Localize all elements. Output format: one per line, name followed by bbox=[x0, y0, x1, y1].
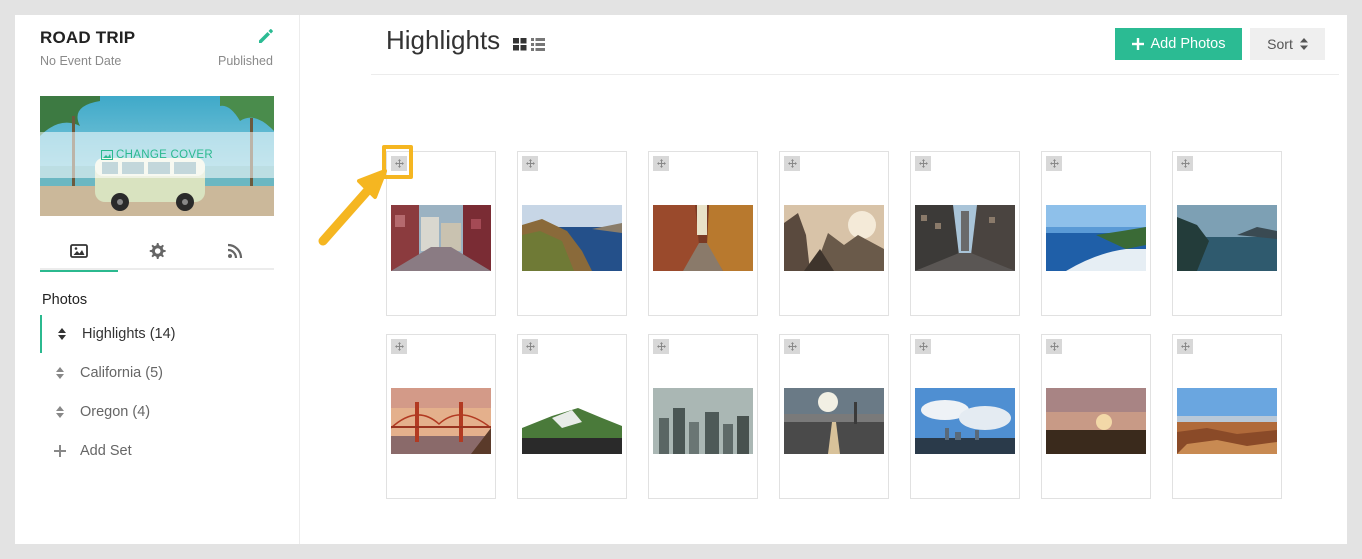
drag-handle-icon[interactable] bbox=[653, 339, 669, 354]
photo-thumbnail bbox=[522, 205, 622, 271]
photo-card[interactable] bbox=[517, 151, 627, 316]
drag-handle-icon[interactable] bbox=[915, 339, 931, 354]
photo-thumbnail bbox=[1046, 388, 1146, 454]
sort-button[interactable]: Sort bbox=[1250, 28, 1325, 60]
sort-label: Sort bbox=[1267, 36, 1293, 52]
photos-section-label: Photos bbox=[42, 292, 88, 308]
set-california[interactable]: California (5) bbox=[40, 354, 274, 392]
set-label: Highlights (14) bbox=[82, 326, 176, 342]
photo-thumbnail bbox=[915, 388, 1015, 454]
pointer-arrow-icon bbox=[313, 167, 393, 252]
photo-thumbnail bbox=[784, 388, 884, 454]
add-photos-label: Add Photos bbox=[1150, 36, 1226, 52]
reorder-icon bbox=[58, 328, 66, 340]
sidebar-tabs bbox=[40, 232, 274, 272]
photo-thumbnail bbox=[391, 388, 491, 454]
add-set-label: Add Set bbox=[80, 443, 132, 459]
photo-thumbnail bbox=[1177, 205, 1277, 271]
drag-handle-icon[interactable] bbox=[1177, 156, 1193, 171]
list-view-icon[interactable] bbox=[531, 38, 545, 56]
photo-card[interactable] bbox=[517, 334, 627, 499]
photo-thumbnail bbox=[915, 205, 1015, 271]
set-label: Oregon (4) bbox=[80, 404, 151, 420]
photo-card[interactable] bbox=[386, 334, 496, 499]
photo-card[interactable] bbox=[648, 151, 758, 316]
page-title: Highlights bbox=[386, 25, 501, 55]
event-date: No Event Date bbox=[40, 54, 122, 68]
change-cover-label: CHANGE COVER bbox=[116, 149, 213, 161]
cover-photo[interactable]: CHANGE COVER bbox=[40, 96, 274, 216]
photo-thumbnail bbox=[784, 205, 884, 271]
plus-icon bbox=[1131, 38, 1144, 50]
photo-card[interactable] bbox=[779, 334, 889, 499]
photo-thumbnail bbox=[653, 205, 753, 271]
photo-card[interactable] bbox=[779, 151, 889, 316]
photo-card[interactable] bbox=[1041, 334, 1151, 499]
set-oregon[interactable]: Oregon (4) bbox=[40, 393, 274, 431]
drag-handle-icon[interactable] bbox=[1046, 339, 1062, 354]
photo-card[interactable] bbox=[1041, 151, 1151, 316]
edit-pencil-icon[interactable] bbox=[257, 27, 275, 45]
drag-handle-icon[interactable] bbox=[1046, 156, 1062, 171]
photo-card[interactable] bbox=[910, 151, 1020, 316]
view-toggle bbox=[513, 38, 545, 56]
drag-handle-icon[interactable] bbox=[391, 339, 407, 354]
set-label: California (5) bbox=[80, 365, 163, 381]
grid-view-icon[interactable] bbox=[513, 38, 527, 56]
event-sidebar: ROAD TRIP No Event Date Published CHANGE… bbox=[15, 15, 300, 544]
settings-gear-icon bbox=[149, 243, 166, 259]
drag-handle-icon[interactable] bbox=[522, 339, 538, 354]
photo-thumbnail bbox=[522, 388, 622, 454]
photo-card[interactable] bbox=[1172, 151, 1282, 316]
publish-status: Published bbox=[218, 54, 273, 68]
app-frame: ROAD TRIP No Event Date Published CHANGE… bbox=[15, 15, 1347, 544]
reorder-icon bbox=[56, 406, 64, 418]
image-icon bbox=[101, 150, 114, 160]
drag-handle-icon[interactable] bbox=[653, 156, 669, 171]
photo-card[interactable] bbox=[1172, 334, 1282, 499]
drag-handle-icon[interactable] bbox=[1177, 339, 1193, 354]
photo-thumbnail bbox=[1046, 205, 1146, 271]
photo-thumbnail bbox=[653, 388, 753, 454]
photo-thumbnail bbox=[1177, 388, 1277, 454]
tab-settings[interactable] bbox=[118, 232, 196, 270]
set-highlights[interactable]: Highlights (14) bbox=[40, 315, 274, 353]
header-divider bbox=[371, 74, 1339, 75]
event-title: ROAD TRIP bbox=[40, 28, 136, 47]
drag-handle-icon[interactable] bbox=[784, 339, 800, 354]
tab-photos[interactable] bbox=[40, 232, 118, 272]
photo-card[interactable] bbox=[910, 334, 1020, 499]
tab-rss[interactable] bbox=[196, 232, 274, 270]
reorder-icon bbox=[56, 367, 64, 379]
change-cover-button[interactable]: CHANGE COVER bbox=[40, 149, 274, 161]
add-photos-button[interactable]: Add Photos bbox=[1115, 28, 1242, 60]
drag-handle-icon[interactable] bbox=[522, 156, 538, 171]
sort-icon bbox=[1299, 38, 1308, 50]
photo-thumbnail bbox=[391, 205, 491, 271]
photos-tab-icon bbox=[70, 244, 88, 258]
rss-feed-icon bbox=[227, 243, 243, 259]
drag-handle-icon[interactable] bbox=[915, 156, 931, 171]
photo-card[interactable] bbox=[648, 334, 758, 499]
plus-icon bbox=[54, 445, 66, 457]
add-set-button[interactable]: Add Set bbox=[40, 432, 274, 470]
drag-handle-icon[interactable] bbox=[784, 156, 800, 171]
